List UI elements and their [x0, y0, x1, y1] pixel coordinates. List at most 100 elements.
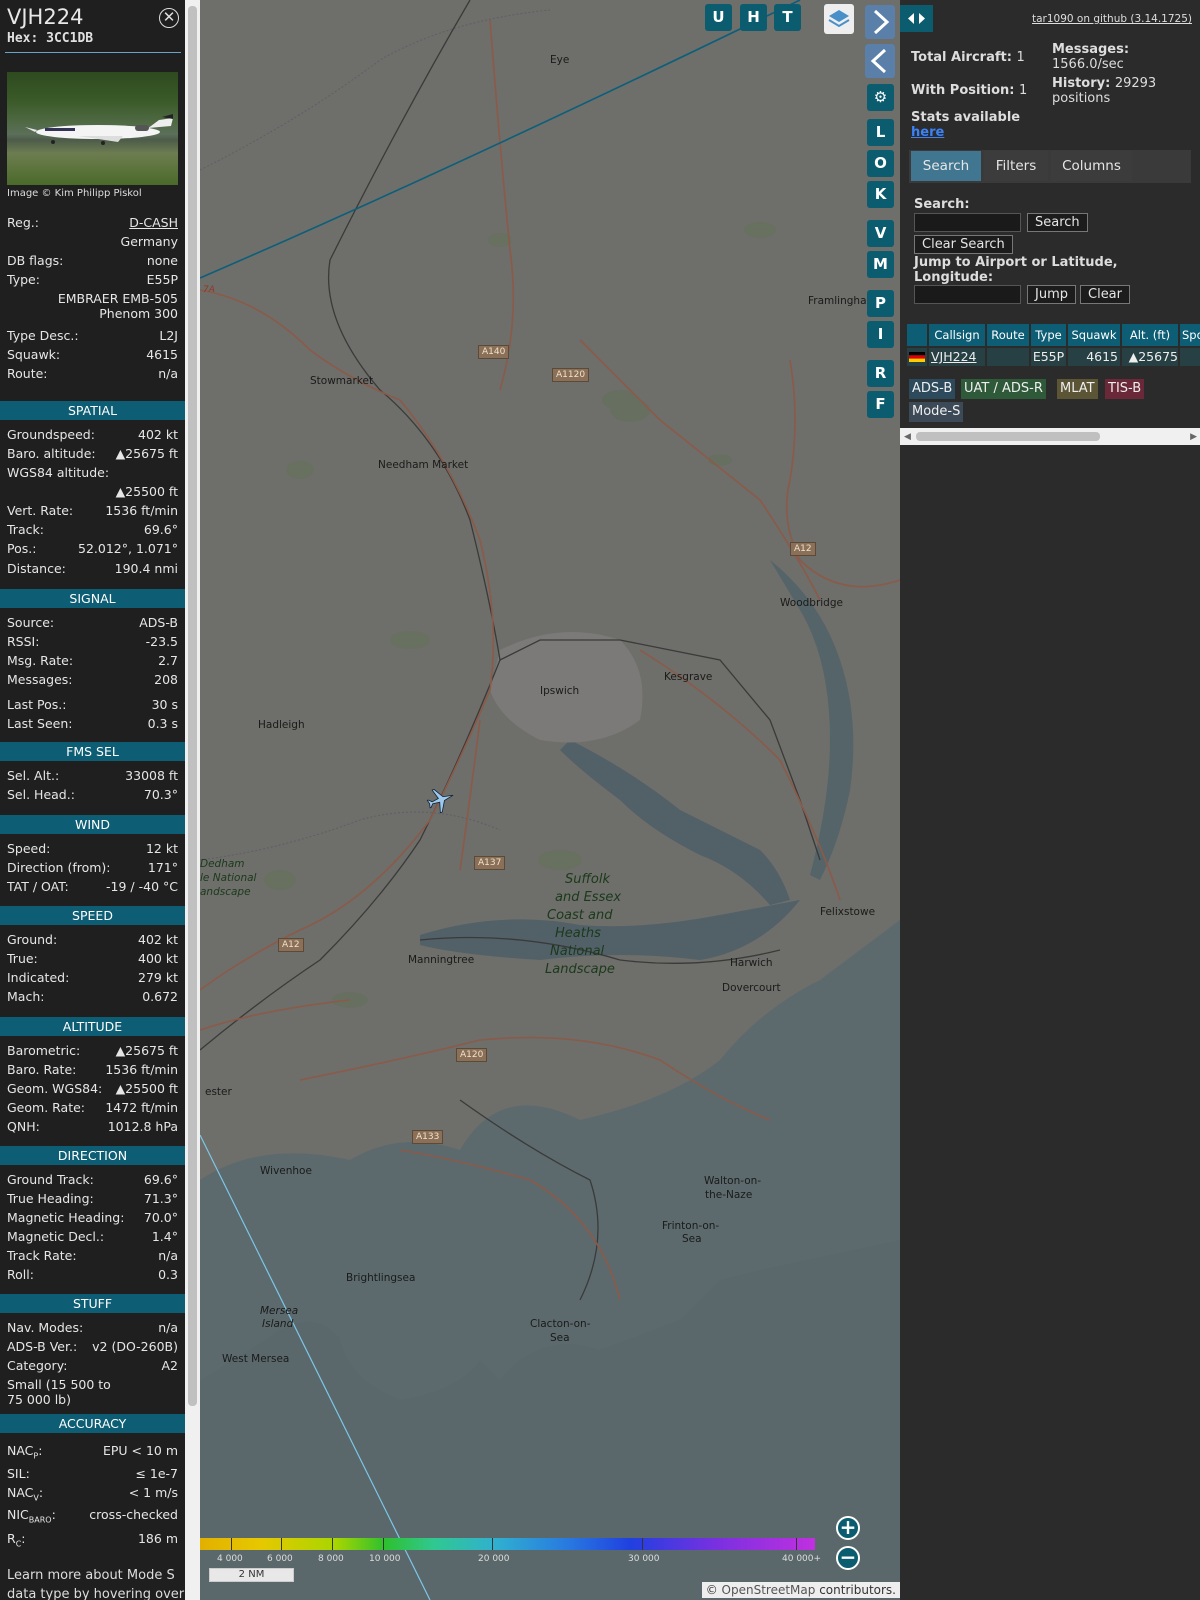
road-label: A133	[412, 1130, 444, 1144]
map-view[interactable]: Eye Stowmarket Needham Market Framlingha Woo…	[200, 0, 900, 1600]
sil-row: SIL: ≤ 1e-7	[7, 1466, 178, 1481]
stats-label: Stats available	[911, 110, 1021, 125]
scale-tick-mark	[281, 1538, 282, 1550]
map-canvas[interactable]	[200, 0, 900, 1600]
version-link[interactable]: tar1090 on github (3.14.1725)	[1032, 13, 1192, 25]
signal-label: RSSI:	[7, 634, 40, 649]
zoom-out-button[interactable]: −	[836, 1546, 860, 1570]
row-callsign[interactable]: VJH224	[929, 348, 985, 366]
scale-bar-label: 2 NM	[209, 1568, 294, 1582]
info-scrollbar[interactable]	[185, 0, 200, 1600]
direction-row: Magnetic Decl.: 1.4°	[7, 1229, 178, 1244]
th-type[interactable]: Type	[1031, 324, 1066, 346]
squawk-label: Squawk:	[7, 347, 61, 362]
chevron-left-icon[interactable]	[865, 44, 895, 78]
expand-collapse-icon[interactable]	[900, 5, 933, 32]
spatial-value: 402 kt	[138, 427, 178, 442]
jump-button[interactable]: Jump	[1027, 285, 1076, 304]
aircraft-photo[interactable]	[7, 72, 178, 185]
country-row: Germany	[7, 234, 178, 249]
nicbaro-label: NICBARO:	[7, 1507, 56, 1525]
total-aircraft: Total Aircraft: 1	[911, 50, 1025, 65]
aircraft-marker-icon[interactable]	[425, 784, 458, 815]
stuff-label: Nav. Modes:	[7, 1320, 84, 1335]
speed-row: True: 400 kt	[7, 951, 178, 966]
reg-link[interactable]: D-CASH	[129, 215, 178, 230]
place-label: Walton-on-	[704, 1175, 762, 1187]
rc-label: RC:	[7, 1531, 26, 1549]
zoom-in-button[interactable]: +	[836, 1516, 860, 1540]
scale-tick-mark	[796, 1538, 797, 1550]
map-button-u[interactable]: U	[705, 4, 732, 31]
chevron-right-icon[interactable]	[865, 5, 895, 39]
map-button-p[interactable]: P	[867, 290, 894, 317]
scroll-right-icon[interactable]: ▶	[1190, 432, 1197, 442]
altitude-row: QNH: 1012.8 hPa	[7, 1119, 178, 1134]
spatial-label: Baro. altitude:	[7, 446, 96, 461]
messages-value: 1566.0/sec	[1052, 57, 1124, 72]
photo-credit: Image © Kim Philipp Piskol	[7, 188, 142, 199]
map-button-r[interactable]: R	[867, 360, 894, 387]
speed-value: 279 kt	[138, 970, 178, 985]
signal-row: Last Seen: 0.3 s	[7, 716, 178, 731]
jump-input[interactable]	[914, 285, 1021, 304]
altitude-label: Baro. Rate:	[7, 1062, 77, 1077]
tab-filters[interactable]: Filters	[984, 151, 1048, 181]
scrollbar-thumb[interactable]	[188, 6, 197, 1406]
map-button-t[interactable]: T	[774, 4, 801, 31]
layers-icon[interactable]	[824, 4, 854, 34]
place-label: Hadleigh	[258, 719, 305, 731]
map-button-o[interactable]: O	[867, 150, 894, 177]
search-input[interactable]	[914, 213, 1021, 232]
scroll-left-icon[interactable]: ◀	[904, 432, 911, 442]
fms-label: Sel. Alt.:	[7, 768, 60, 783]
map-button-l[interactable]: L	[867, 119, 894, 146]
signal-value: ADS-B	[139, 615, 178, 630]
th-route[interactable]: Route	[987, 324, 1029, 346]
th-squawk[interactable]: Squawk	[1068, 324, 1120, 346]
table-hscrollbar[interactable]: ◀ ▶	[900, 428, 1200, 445]
badge-mlat: MLAT	[1057, 379, 1098, 399]
osm-link[interactable]: OpenStreetMap	[722, 1583, 816, 1597]
direction-label: True Heading:	[7, 1191, 94, 1206]
wind-value: -19 / -40 °C	[106, 879, 178, 894]
reg-label: Reg.:	[7, 215, 39, 230]
altitude-value: ▲25675 ft	[115, 1043, 178, 1058]
settings-gear-icon[interactable]: ⚙	[867, 84, 894, 111]
map-button-i[interactable]: I	[867, 321, 894, 348]
search-button[interactable]: Search	[1027, 213, 1088, 232]
speed-value: 0.672	[142, 989, 178, 1004]
map-button-v[interactable]: V	[867, 220, 894, 247]
place-label: andscape	[200, 886, 251, 898]
signal-row: RSSI: -23.5	[7, 634, 178, 649]
sil-label: SIL:	[7, 1466, 30, 1481]
place-label: Island	[262, 1318, 294, 1330]
nicbaro-value: cross-checked	[89, 1507, 178, 1522]
map-button-f[interactable]: F	[867, 391, 894, 418]
place-label: Eye	[550, 54, 570, 66]
tab-columns[interactable]: Columns	[1051, 151, 1132, 181]
th-speed[interactable]: Spd	[1180, 324, 1200, 346]
map-button-m[interactable]: M	[867, 251, 894, 278]
map-button-k[interactable]: K	[867, 181, 894, 208]
wind-value: 171°	[147, 860, 178, 875]
aircraft-list-sidebar: tar1090 on github (3.14.1725) Total Airc…	[900, 0, 1200, 1600]
row-route	[987, 348, 1029, 366]
spatial-label: Distance:	[7, 561, 66, 576]
map-button-h[interactable]: H	[740, 4, 767, 31]
spatial-row: Track: 69.6°	[7, 522, 178, 537]
direction-value: 1.4°	[151, 1229, 178, 1244]
hscrollbar-thumb[interactable]	[916, 432, 1100, 441]
with-position: With Position: 1	[911, 83, 1028, 98]
close-icon[interactable]: ✕	[159, 8, 179, 28]
speed-label: True:	[7, 951, 38, 966]
fms-label: Sel. Head.:	[7, 787, 75, 802]
th-callsign[interactable]: Callsign	[929, 324, 985, 346]
th-altitude[interactable]: Alt. (ft)	[1122, 324, 1178, 346]
clear-search-button[interactable]: Clear Search	[914, 235, 1013, 254]
clear-button[interactable]: Clear	[1080, 285, 1130, 304]
tab-search[interactable]: Search	[911, 151, 981, 181]
stats-link[interactable]: here	[911, 125, 944, 140]
speed-value: 402 kt	[138, 932, 178, 947]
altitude-row: Geom. Rate: 1472 ft/min	[7, 1100, 178, 1115]
